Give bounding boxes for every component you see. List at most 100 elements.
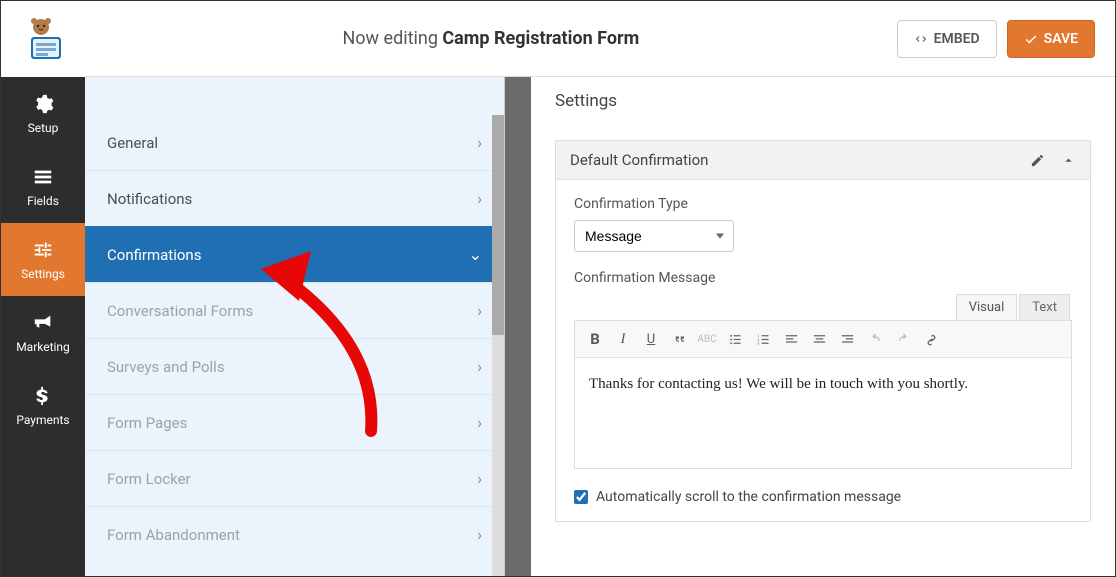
toolbar-undo-button[interactable] (863, 327, 887, 351)
list-ul-icon (728, 332, 743, 347)
chevron-right-icon: › (477, 469, 482, 488)
chevron-up-icon[interactable] (1061, 153, 1076, 168)
chevron-right-icon: › (477, 525, 482, 544)
leftnav-payments[interactable]: Payments (1, 369, 85, 442)
card-header: Default Confirmation (556, 141, 1090, 180)
check-icon (1024, 32, 1038, 46)
leftnav: Setup Fields Settings Marketing Payments (1, 77, 85, 576)
confirmation-card: Default Confirmation Confirmation Type M… (555, 140, 1091, 522)
toolbar-ul-button[interactable] (723, 327, 747, 351)
topbar-actions: EMBED SAVE (897, 20, 1095, 58)
align-center-icon (812, 332, 827, 347)
leftnav-label: Setup (28, 121, 59, 135)
toolbar-link-button[interactable] (919, 327, 943, 351)
redo-icon (896, 332, 911, 347)
leftnav-fields[interactable]: Fields (1, 150, 85, 223)
toolbar-align-center-button[interactable] (807, 327, 831, 351)
rich-editor: B I U ABC 123 (574, 320, 1072, 469)
sub-item-label: Conversational Forms (107, 302, 253, 320)
sub-item-label: Form Locker (107, 470, 191, 488)
form-name: Camp Registration Form (442, 28, 639, 49)
card-body: Confirmation Type Message Confirmation M… (556, 180, 1090, 521)
align-right-icon (840, 332, 855, 347)
sub-item-confirmations[interactable]: Confirmations ⌄ (85, 226, 504, 282)
chevron-right-icon: › (477, 413, 482, 432)
sub-item-form-abandonment[interactable]: Form Abandonment › (85, 506, 504, 562)
chevron-down-icon: ⌄ (469, 245, 482, 264)
leftnav-label: Payments (16, 413, 69, 427)
sub-item-label: Confirmations (107, 246, 201, 264)
wpforms-logo-icon (19, 15, 67, 63)
embed-label: EMBED (934, 31, 980, 47)
embed-button[interactable]: EMBED (897, 20, 997, 58)
link-icon (924, 332, 939, 347)
save-label: SAVE (1044, 31, 1078, 47)
main-inner: Default Confirmation Confirmation Type M… (531, 126, 1115, 546)
leftnav-marketing[interactable]: Marketing (1, 296, 85, 369)
confirmation-type-select-wrap: Message (574, 220, 734, 252)
settings-subpanel: General › Notifications › Confirmations … (85, 77, 505, 576)
leftnav-label: Marketing (16, 340, 70, 354)
sliders-icon (32, 239, 54, 261)
sub-item-label: Notifications (107, 190, 192, 208)
editor-tabs: Visual Text (574, 294, 1072, 320)
leftnav-label: Fields (27, 194, 59, 208)
toolbar-bold-button[interactable]: B (583, 327, 607, 351)
editor-body[interactable]: Thanks for contacting us! We will be in … (575, 358, 1071, 468)
sub-item-label: General (107, 134, 158, 152)
bullhorn-icon (32, 312, 54, 334)
autoscroll-checkbox[interactable] (574, 490, 588, 504)
list-ol-icon: 123 (756, 332, 771, 347)
svg-text:3: 3 (757, 341, 759, 345)
confirmation-type-select[interactable]: Message (574, 220, 734, 252)
sub-item-form-locker[interactable]: Form Locker › (85, 450, 504, 506)
editor-tab-text[interactable]: Text (1019, 294, 1070, 320)
panel-divider (505, 77, 531, 576)
app-logo (1, 1, 85, 77)
quote-icon (672, 332, 687, 347)
leftnav-setup[interactable]: Setup (1, 77, 85, 150)
leftnav-settings[interactable]: Settings (1, 223, 85, 296)
settings-sublist: General › Notifications › Confirmations … (85, 115, 504, 562)
toolbar-redo-button[interactable] (891, 327, 915, 351)
subpanel-scrollbar[interactable] (492, 115, 504, 576)
page-title: Settings (531, 77, 1115, 126)
body: Setup Fields Settings Marketing Payments… (1, 77, 1115, 576)
autoscroll-label: Automatically scroll to the confirmation… (596, 489, 901, 505)
toolbar-italic-button[interactable]: I (611, 327, 635, 351)
scrollbar-thumb[interactable] (492, 115, 504, 335)
sub-item-label: Form Abandonment (107, 526, 240, 544)
align-left-icon (784, 332, 799, 347)
leftnav-label: Settings (21, 267, 65, 281)
save-button[interactable]: SAVE (1007, 20, 1095, 58)
chevron-right-icon: › (477, 189, 482, 208)
autoscroll-checkbox-row[interactable]: Automatically scroll to the confirmation… (574, 489, 1072, 505)
toolbar-underline-button[interactable]: U (639, 327, 663, 351)
confirmation-message-label: Confirmation Message (574, 270, 1072, 286)
toolbar-quote-button[interactable] (667, 327, 691, 351)
editing-prefix: Now editing (342, 28, 442, 49)
pencil-icon[interactable] (1030, 153, 1045, 168)
confirmation-type-label: Confirmation Type (574, 196, 1072, 212)
chevron-right-icon: › (477, 133, 482, 152)
code-icon (914, 32, 928, 46)
sub-item-form-pages[interactable]: Form Pages › (85, 394, 504, 450)
toolbar-strike-button[interactable]: ABC (695, 327, 719, 351)
list-icon (32, 166, 54, 188)
topbar: Now editing Camp Registration Form EMBED… (1, 1, 1115, 77)
toolbar-align-right-button[interactable] (835, 327, 859, 351)
toolbar-ol-button[interactable]: 123 (751, 327, 775, 351)
sub-item-general[interactable]: General › (85, 115, 504, 170)
sub-item-notifications[interactable]: Notifications › (85, 170, 504, 226)
sub-item-surveys[interactable]: Surveys and Polls › (85, 338, 504, 394)
editor-tab-visual[interactable]: Visual (956, 294, 1018, 320)
chevron-right-icon: › (477, 357, 482, 376)
sub-item-conversational-forms[interactable]: Conversational Forms › (85, 282, 504, 338)
dollar-icon (32, 385, 54, 407)
main-panel: Settings Default Confirmation Confirmati… (531, 77, 1115, 576)
editor-toolbar: B I U ABC 123 (575, 321, 1071, 358)
editing-title: Now editing Camp Registration Form (85, 28, 897, 49)
card-header-actions (1030, 153, 1076, 168)
toolbar-align-left-button[interactable] (779, 327, 803, 351)
sub-item-label: Form Pages (107, 414, 187, 432)
